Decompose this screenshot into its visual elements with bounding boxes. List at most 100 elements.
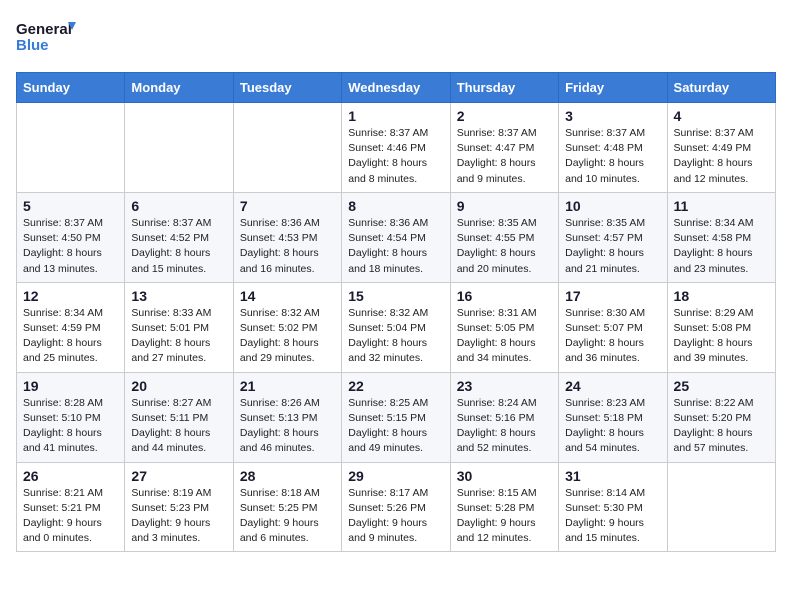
day-number: 27 (131, 468, 226, 484)
day-number: 29 (348, 468, 443, 484)
day-info: Sunrise: 8:27 AM Sunset: 5:11 PM Dayligh… (131, 396, 226, 457)
day-number: 24 (565, 378, 660, 394)
calendar-cell: 29 Sunrise: 8:17 AM Sunset: 5:26 PM Dayli… (342, 462, 450, 552)
calendar-cell: 18Sunrise: 8:29 AM Sunset: 5:08 PM Dayli… (667, 282, 775, 372)
logo: General Blue (16, 16, 76, 60)
calendar-cell: 23Sunrise: 8:24 AM Sunset: 5:16 PM Dayli… (450, 372, 558, 462)
calendar-cell: 4 Sunrise: 8:37 AM Sunset: 4:49 PM Daylig… (667, 103, 775, 193)
day-info: Sunrise: 8:37 AM Sunset: 4:50 PM Dayligh… (23, 216, 118, 277)
day-number: 10 (565, 198, 660, 214)
day-info: Sunrise: 8:36 AM Sunset: 4:53 PM Dayligh… (240, 216, 335, 277)
day-info: Sunrise: 8:31 AM Sunset: 5:05 PM Dayligh… (457, 306, 552, 367)
day-number: 22 (348, 378, 443, 394)
day-info: Sunrise: 8:32 AM Sunset: 5:04 PM Dayligh… (348, 306, 443, 367)
day-number: 23 (457, 378, 552, 394)
day-info: Sunrise: 8:23 AM Sunset: 5:18 PM Dayligh… (565, 396, 660, 457)
calendar-week-3: 12Sunrise: 8:34 AM Sunset: 4:59 PM Dayli… (17, 282, 776, 372)
day-info: Sunrise: 8:25 AM Sunset: 5:15 PM Dayligh… (348, 396, 443, 457)
day-number: 25 (674, 378, 769, 394)
day-info: Sunrise: 8:37 AM Sunset: 4:52 PM Dayligh… (131, 216, 226, 277)
calendar-week-5: 26 Sunrise: 8:21 AM Sunset: 5:21 PM Dayli… (17, 462, 776, 552)
calendar-cell: 2 Sunrise: 8:37 AM Sunset: 4:47 PM Daylig… (450, 103, 558, 193)
calendar-cell: 9 Sunrise: 8:35 AM Sunset: 4:55 PM Daylig… (450, 192, 558, 282)
day-number: 9 (457, 198, 552, 214)
day-number: 31 (565, 468, 660, 484)
calendar-cell: 30Sunrise: 8:15 AM Sunset: 5:28 PM Dayli… (450, 462, 558, 552)
svg-text:Blue: Blue (16, 37, 49, 54)
day-number: 8 (348, 198, 443, 214)
calendar-cell: 10 Sunrise: 8:35 AM Sunset: 4:57 PM Dayli… (559, 192, 667, 282)
day-info: Sunrise: 8:18 AM Sunset: 5:25 PM Dayligh… (240, 486, 335, 547)
day-info: Sunrise: 8:26 AM Sunset: 5:13 PM Dayligh… (240, 396, 335, 457)
page-header: General Blue (16, 16, 776, 60)
calendar-cell: 14Sunrise: 8:32 AM Sunset: 5:02 PM Dayli… (233, 282, 341, 372)
day-info: Sunrise: 8:22 AM Sunset: 5:20 PM Dayligh… (674, 396, 769, 457)
day-number: 7 (240, 198, 335, 214)
day-number: 28 (240, 468, 335, 484)
day-number: 14 (240, 288, 335, 304)
calendar-cell (667, 462, 775, 552)
svg-text:General: General (16, 21, 72, 38)
weekday-header-monday: Monday (125, 73, 233, 103)
calendar-week-2: 5Sunrise: 8:37 AM Sunset: 4:50 PM Daylig… (17, 192, 776, 282)
calendar-cell: 8 Sunrise: 8:36 AM Sunset: 4:54 PM Daylig… (342, 192, 450, 282)
calendar-cell: 31Sunrise: 8:14 AM Sunset: 5:30 PM Dayli… (559, 462, 667, 552)
calendar-cell: 21 Sunrise: 8:26 AM Sunset: 5:13 PM Dayli… (233, 372, 341, 462)
calendar-cell (233, 103, 341, 193)
day-info: Sunrise: 8:21 AM Sunset: 5:21 PM Dayligh… (23, 486, 118, 547)
day-number: 3 (565, 108, 660, 124)
day-number: 1 (348, 108, 443, 124)
day-info: Sunrise: 8:36 AM Sunset: 4:54 PM Dayligh… (348, 216, 443, 277)
weekday-header-friday: Friday (559, 73, 667, 103)
day-number: 26 (23, 468, 118, 484)
calendar-cell (17, 103, 125, 193)
day-number: 20 (131, 378, 226, 394)
calendar-cell: 13Sunrise: 8:33 AM Sunset: 5:01 PM Dayli… (125, 282, 233, 372)
calendar-cell: 5Sunrise: 8:37 AM Sunset: 4:50 PM Daylig… (17, 192, 125, 282)
day-info: Sunrise: 8:28 AM Sunset: 5:10 PM Dayligh… (23, 396, 118, 457)
calendar-cell: 17 Sunrise: 8:30 AM Sunset: 5:07 PM Dayli… (559, 282, 667, 372)
day-number: 15 (348, 288, 443, 304)
weekday-header-thursday: Thursday (450, 73, 558, 103)
day-info: Sunrise: 8:17 AM Sunset: 5:26 PM Dayligh… (348, 486, 443, 547)
day-number: 2 (457, 108, 552, 124)
day-info: Sunrise: 8:35 AM Sunset: 4:55 PM Dayligh… (457, 216, 552, 277)
weekday-header-sunday: Sunday (17, 73, 125, 103)
calendar-cell: 24 Sunrise: 8:23 AM Sunset: 5:18 PM Dayli… (559, 372, 667, 462)
calendar-cell: 11 Sunrise: 8:34 AM Sunset: 4:58 PM Dayli… (667, 192, 775, 282)
calendar-week-4: 19 Sunrise: 8:28 AM Sunset: 5:10 PM Dayli… (17, 372, 776, 462)
day-number: 16 (457, 288, 552, 304)
day-number: 17 (565, 288, 660, 304)
calendar-cell: 6 Sunrise: 8:37 AM Sunset: 4:52 PM Daylig… (125, 192, 233, 282)
calendar-header-row: SundayMondayTuesdayWednesdayThursdayFrid… (17, 73, 776, 103)
day-info: Sunrise: 8:37 AM Sunset: 4:46 PM Dayligh… (348, 126, 443, 187)
day-info: Sunrise: 8:34 AM Sunset: 4:58 PM Dayligh… (674, 216, 769, 277)
calendar-cell: 26 Sunrise: 8:21 AM Sunset: 5:21 PM Dayli… (17, 462, 125, 552)
calendar-cell: 12Sunrise: 8:34 AM Sunset: 4:59 PM Dayli… (17, 282, 125, 372)
day-number: 6 (131, 198, 226, 214)
calendar-cell: 22 Sunrise: 8:25 AM Sunset: 5:15 PM Dayli… (342, 372, 450, 462)
day-info: Sunrise: 8:35 AM Sunset: 4:57 PM Dayligh… (565, 216, 660, 277)
day-info: Sunrise: 8:37 AM Sunset: 4:49 PM Dayligh… (674, 126, 769, 187)
day-number: 11 (674, 198, 769, 214)
calendar-cell: 19 Sunrise: 8:28 AM Sunset: 5:10 PM Dayli… (17, 372, 125, 462)
day-number: 13 (131, 288, 226, 304)
calendar-week-1: 1 Sunrise: 8:37 AM Sunset: 4:46 PM Daylig… (17, 103, 776, 193)
day-info: Sunrise: 8:29 AM Sunset: 5:08 PM Dayligh… (674, 306, 769, 367)
day-number: 21 (240, 378, 335, 394)
calendar-cell: 27 Sunrise: 8:19 AM Sunset: 5:23 PM Dayli… (125, 462, 233, 552)
day-number: 30 (457, 468, 552, 484)
day-info: Sunrise: 8:37 AM Sunset: 4:48 PM Dayligh… (565, 126, 660, 187)
calendar-cell: 3 Sunrise: 8:37 AM Sunset: 4:48 PM Daylig… (559, 103, 667, 193)
day-number: 4 (674, 108, 769, 124)
day-number: 12 (23, 288, 118, 304)
calendar-cell: 20 Sunrise: 8:27 AM Sunset: 5:11 PM Dayli… (125, 372, 233, 462)
day-info: Sunrise: 8:19 AM Sunset: 5:23 PM Dayligh… (131, 486, 226, 547)
day-number: 19 (23, 378, 118, 394)
weekday-header-wednesday: Wednesday (342, 73, 450, 103)
day-info: Sunrise: 8:30 AM Sunset: 5:07 PM Dayligh… (565, 306, 660, 367)
day-info: Sunrise: 8:37 AM Sunset: 4:47 PM Dayligh… (457, 126, 552, 187)
calendar-cell: 28 Sunrise: 8:18 AM Sunset: 5:25 PM Dayli… (233, 462, 341, 552)
calendar-cell: 1 Sunrise: 8:37 AM Sunset: 4:46 PM Daylig… (342, 103, 450, 193)
calendar-cell: 25 Sunrise: 8:22 AM Sunset: 5:20 PM Dayli… (667, 372, 775, 462)
